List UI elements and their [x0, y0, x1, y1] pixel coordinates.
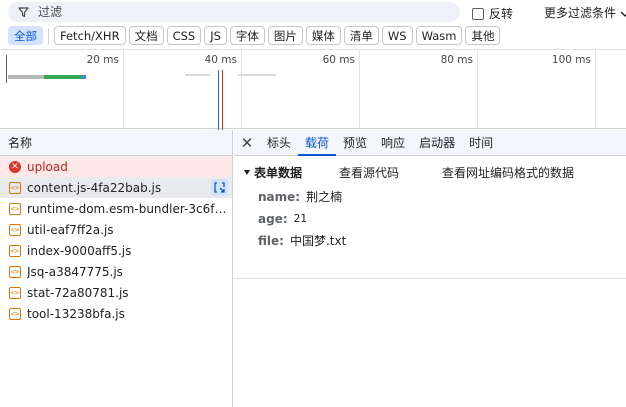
caret-down-icon[interactable]: [244, 169, 250, 175]
chevron-down-icon: [620, 6, 626, 20]
grid-line: [241, 50, 242, 130]
type-chip-ws[interactable]: WS: [381, 26, 413, 45]
form-field-row: age: 21: [234, 208, 626, 229]
chip-divider: [48, 28, 49, 44]
view-source-link[interactable]: 查看源代码: [339, 164, 399, 181]
tab-timing[interactable]: 时间: [462, 130, 500, 156]
request-name: upload: [27, 159, 68, 174]
request-name: runtime-dom.esm-bundler-3c6fc...: [27, 201, 232, 216]
grid-line: [477, 50, 478, 130]
more-filters-dropdown[interactable]: 更多过滤条件: [544, 4, 626, 21]
overview-bar: [82, 75, 86, 79]
invert-toggle[interactable]: 反转: [472, 5, 513, 22]
overview-bar: [185, 74, 210, 76]
type-chip-all[interactable]: 全部: [8, 26, 43, 45]
request-name: util-eaf7ff2a.js: [27, 222, 114, 237]
form-data-section-header: 表单数据 查看源代码 查看网址编码格式的数据: [234, 163, 626, 181]
close-icon[interactable]: ✕: [234, 130, 260, 156]
type-chip-manifest[interactable]: 清单: [343, 26, 379, 45]
resource-type-filters: 全部 Fetch/XHR 文档 CSS JS 字体 图片 媒体 清单 WS Wa…: [8, 26, 501, 46]
script-file-icon: <>: [9, 244, 21, 257]
tab-initiator[interactable]: 启动器: [412, 130, 462, 156]
form-field-key: file:: [258, 233, 284, 248]
overview-bar: [44, 75, 82, 79]
filter-input[interactable]: [38, 5, 438, 19]
filter-icon: [16, 5, 30, 19]
name-column-label: 名称: [8, 136, 33, 150]
form-field-value: 中国梦.txt: [289, 234, 347, 248]
type-chip-js[interactable]: JS: [204, 26, 227, 45]
payload-view: 表单数据 查看源代码 查看网址编码格式的数据 name: 荆之楠 age: 21…: [234, 156, 626, 279]
form-data-title[interactable]: 表单数据: [254, 164, 302, 181]
script-file-icon: <>: [9, 202, 21, 215]
tick-label: 20 ms: [86, 54, 119, 66]
type-chip-fetch-xhr[interactable]: Fetch/XHR: [54, 26, 126, 45]
type-chip-font[interactable]: 字体: [229, 26, 265, 45]
script-file-icon: <>: [9, 286, 21, 299]
type-chip-wasm[interactable]: Wasm: [415, 26, 463, 45]
form-field-row: file: 中国梦.txt: [234, 230, 626, 251]
network-overview[interactable]: 20 ms 40 ms 60 ms 80 ms 100 ms: [0, 49, 626, 130]
request-row-upload[interactable]: ✕ upload: [0, 156, 232, 177]
detail-tabs: ✕ 标头 载荷 预览 响应 启动器 时间: [234, 130, 626, 156]
request-name: tool-13238bfa.js: [27, 306, 125, 321]
more-filters-label: 更多过滤条件: [544, 6, 617, 20]
form-field-value: 荆之楠: [306, 190, 343, 204]
grid-line: [595, 50, 596, 130]
request-detail-panel: ✕ 标头 载荷 预览 响应 启动器 时间 表单数据 查看源代码 查看网址编码格式…: [234, 130, 626, 407]
tab-response[interactable]: 响应: [374, 130, 412, 156]
dom-content-loaded-marker: [218, 70, 219, 130]
request-row[interactable]: <> tool-13238bfa.js: [0, 303, 232, 324]
request-name: content.js-4fa22bab.js: [27, 180, 162, 195]
reveal-in-sources-icon[interactable]: [211, 179, 228, 196]
request-row[interactable]: <> runtime-dom.esm-bundler-3c6fc...: [0, 198, 232, 219]
request-row[interactable]: <> stat-72a80781.js: [0, 282, 232, 303]
tick-label: 40 ms: [204, 54, 237, 66]
error-icon: ✕: [9, 160, 21, 173]
type-chip-media[interactable]: 媒体: [305, 26, 341, 45]
form-field-key: age:: [258, 211, 288, 226]
script-file-icon: <>: [9, 265, 21, 278]
invert-label: 反转: [489, 7, 514, 21]
filter-box[interactable]: [8, 2, 460, 22]
type-chip-doc[interactable]: 文档: [128, 26, 164, 45]
view-url-encoded-link[interactable]: 查看网址编码格式的数据: [442, 164, 574, 181]
requests-panel: 名称 ✕ upload <> content.js-4fa22bab.js <>…: [0, 130, 233, 407]
filter-bar: 反转 更多过滤条件: [0, 0, 626, 24]
request-row[interactable]: <> util-eaf7ff2a.js: [0, 219, 232, 240]
name-column-header[interactable]: 名称: [0, 130, 232, 156]
type-chip-img[interactable]: 图片: [267, 26, 303, 45]
form-field-key: name:: [258, 189, 301, 204]
type-chip-other[interactable]: 其他: [465, 26, 501, 45]
request-name: stat-72a80781.js: [27, 285, 129, 300]
script-file-icon: <>: [9, 223, 21, 236]
overview-bar: [238, 74, 276, 76]
tab-payload[interactable]: 载荷: [298, 130, 337, 156]
type-chip-css[interactable]: CSS: [166, 26, 202, 45]
request-name: index-9000aff5.js: [27, 243, 132, 258]
tab-headers[interactable]: 标头: [260, 130, 298, 156]
overview-cursor: [6, 55, 7, 83]
request-name: Jsq-a3847775.js: [27, 264, 123, 279]
script-file-icon: <>: [9, 181, 21, 194]
form-field-row: name: 荆之楠: [234, 186, 626, 207]
overview-bar: [8, 75, 44, 79]
tab-preview[interactable]: 预览: [336, 130, 374, 156]
script-file-icon: <>: [9, 307, 21, 320]
tick-label: 60 ms: [322, 54, 355, 66]
invert-checkbox[interactable]: [472, 7, 484, 20]
grid-line: [123, 50, 124, 130]
tick-label: 100 ms: [551, 54, 591, 66]
load-event-marker: [222, 70, 223, 130]
request-row[interactable]: <> content.js-4fa22bab.js: [0, 177, 232, 198]
request-row[interactable]: <> Jsq-a3847775.js: [0, 261, 232, 282]
request-row[interactable]: <> index-9000aff5.js: [0, 240, 232, 261]
grid-line: [359, 50, 360, 130]
tick-label: 80 ms: [440, 54, 473, 66]
form-field-value: 21: [293, 212, 307, 225]
